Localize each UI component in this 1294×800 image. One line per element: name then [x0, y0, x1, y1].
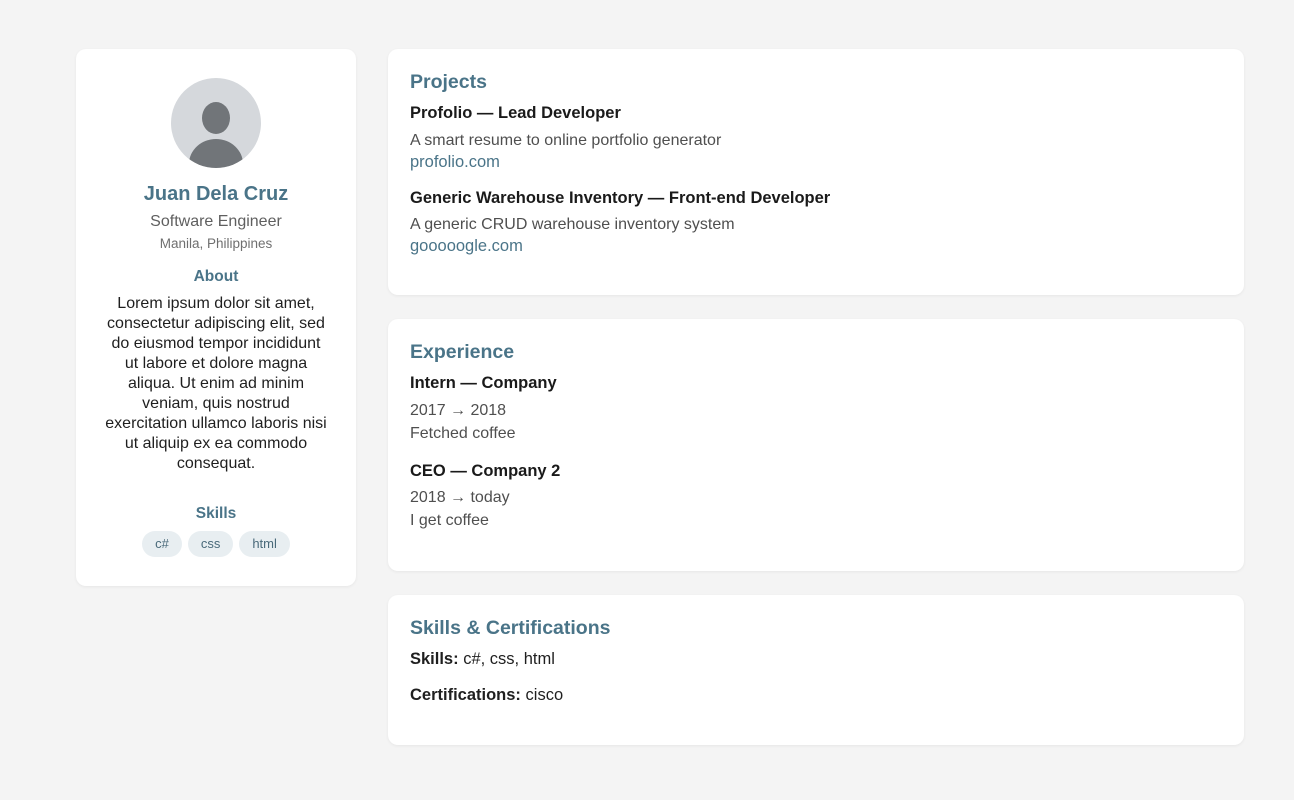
- profile-card: Juan Dela Cruz Software Engineer Manila,…: [76, 49, 356, 586]
- experience-card: Experience Intern — Company 2017 → 2018 …: [388, 319, 1244, 571]
- project-description: A generic CRUD warehouse inventory syste…: [410, 216, 735, 233]
- experience-title: CEO — Company 2: [410, 462, 561, 480]
- skills-heading: Skills: [195, 505, 237, 522]
- certifications-label: Certifications:: [410, 686, 526, 704]
- certifications-value: cisco: [525, 686, 564, 704]
- about-text: Lorem ipsum dolor sit amet, consectetur …: [105, 295, 327, 472]
- avatar: [171, 78, 261, 168]
- page: Juan Dela Cruz Software Engineer Manila,…: [0, 0, 1294, 800]
- projects-card: Projects Profolio — Lead Developer A sma…: [388, 49, 1244, 295]
- avatar-head-shape: [202, 102, 230, 134]
- experience-period: 2017 → 2018: [410, 402, 507, 419]
- profile-location: Manila, Philippines: [159, 236, 273, 251]
- skills-value: c#, css, html: [463, 650, 555, 668]
- profile-role: Software Engineer: [150, 213, 282, 230]
- experience-title: Intern — Company: [410, 374, 557, 392]
- profile-name: Juan Dela Cruz: [143, 183, 289, 205]
- skill-chip: html: [239, 531, 290, 557]
- skills-label: Skills:: [410, 650, 464, 668]
- experience-description: I get coffee: [410, 512, 489, 529]
- project-link[interactable]: gooooogle.com: [410, 237, 523, 256]
- skills-certifications-heading: Skills & Certifications: [410, 617, 611, 639]
- skill-chip: css: [187, 531, 234, 557]
- skills-row: Skills: c#, css, html: [410, 650, 555, 669]
- certifications-row: Certifications: cisco: [410, 686, 563, 705]
- project-title: Profolio — Lead Developer: [410, 104, 621, 122]
- skill-chip-list: c# css html: [76, 531, 356, 557]
- project-description: A smart resume to online portfolio gener…: [410, 132, 722, 149]
- project-title: Generic Warehouse Inventory — Front-end …: [410, 189, 831, 207]
- avatar-body-shape: [189, 139, 243, 168]
- skills-certifications-card: Skills & Certifications Skills: c#, css,…: [388, 595, 1244, 745]
- experience-description: Fetched coffee: [410, 425, 516, 442]
- projects-heading: Projects: [410, 71, 487, 93]
- experience-period: 2018 → today: [410, 489, 510, 506]
- about-heading: About: [193, 268, 239, 285]
- skill-chip: c#: [142, 531, 182, 557]
- project-link[interactable]: profolio.com: [410, 153, 500, 172]
- experience-heading: Experience: [410, 341, 515, 363]
